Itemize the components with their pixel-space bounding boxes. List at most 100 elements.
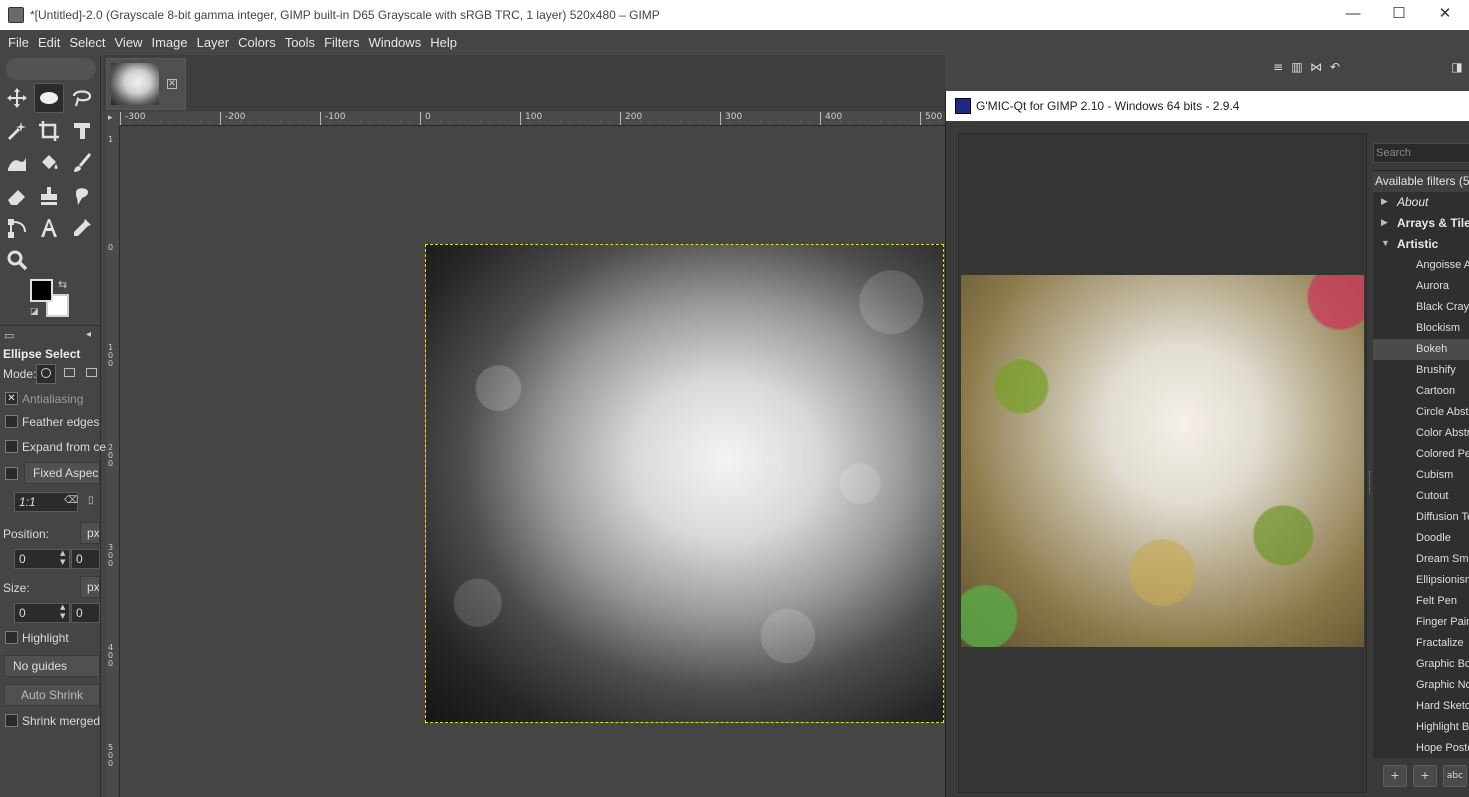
mode-add-button[interactable] [61,364,79,384]
menu-filters[interactable]: Filters [320,35,363,50]
filter-item[interactable]: Brushify [1373,360,1469,381]
ellipse-select-tool-icon[interactable] [34,83,64,113]
gmic-titlebar[interactable]: G'MIC-Qt for GIMP 2.10 - Windows 64 bits… [946,91,1469,121]
minimize-button[interactable]: — [1330,0,1376,30]
guides-dropdown[interactable]: No guides [4,655,100,677]
filter-item[interactable]: Graphic No [1373,675,1469,696]
filter-item[interactable]: Dream Smo [1373,549,1469,570]
filter-item[interactable]: Diffusion Te [1373,507,1469,528]
color-picker-tool-icon[interactable] [67,213,97,243]
highlight-checkbox[interactable] [5,631,18,644]
expand-right-icon[interactable]: ▶ [1381,196,1388,207]
mode-replace-button[interactable] [36,364,56,384]
menu-image[interactable]: Image [147,35,191,50]
filter-item[interactable]: Angoisse A [1373,255,1469,276]
filter-item[interactable]: Aurora [1373,276,1469,297]
clone-tool-icon[interactable] [34,181,64,211]
text-tool-icon[interactable] [34,213,64,243]
close-tab-icon[interactable]: ✕ [167,79,177,89]
layers-tab-icon[interactable]: ≡ [1270,59,1286,75]
ruler-corner[interactable]: ▸ [106,112,120,126]
filter-item[interactable]: Bokeh [1373,339,1469,360]
reset-colors-icon[interactable]: ◪ [30,307,39,317]
position-x-spinner-icon[interactable]: ▲ ▼ [60,549,65,567]
size-w-spinner-icon[interactable]: ▲ ▼ [60,603,65,621]
filter-item[interactable]: Colored Pe [1373,444,1469,465]
filter-item[interactable]: Hope Poste [1373,738,1469,758]
expand-right-icon[interactable]: ▶ [1381,217,1388,228]
remove-favorite-button[interactable]: + [1413,765,1437,787]
feather-edges-checkbox[interactable] [5,415,18,428]
paintbrush-tool-icon[interactable] [67,148,97,178]
foreground-color-swatch[interactable] [30,279,53,302]
antialiasing-checkbox[interactable]: ✕ [5,392,18,405]
vertical-ruler[interactable]: 1 0 1 0 0 2 0 0 3 0 0 4 0 0 5 0 0 [106,126,120,797]
filter-item[interactable]: Graphic Boo [1373,654,1469,675]
tool-options-tab-icon[interactable]: ▭ [4,329,14,342]
zoom-tool-icon[interactable] [2,245,32,275]
filter-item[interactable]: Black Crayo [1373,297,1469,318]
menu-file[interactable]: File [4,35,33,50]
channels-tab-icon[interactable]: ▥ [1289,59,1305,75]
clear-field-icon[interactable]: ⌫ [64,495,78,506]
paths-tool-icon[interactable] [2,213,32,243]
filter-category[interactable]: ▶ Arrays & Tiles [1373,213,1469,234]
unified-transform-tool-icon[interactable] [67,116,97,146]
menu-colors[interactable]: Colors [234,35,280,50]
filter-item[interactable]: Doodle [1373,528,1469,549]
menu-view[interactable]: View [111,35,147,50]
mode-subtract-button[interactable] [83,364,100,384]
eraser-tool-icon[interactable] [2,181,32,211]
filter-item[interactable]: Cutout [1373,486,1469,507]
menu-windows[interactable]: Windows [364,35,425,50]
filter-category[interactable]: ▶ About [1373,192,1469,213]
free-select-tool-icon[interactable] [67,83,97,113]
horizontal-ruler[interactable]: -300 -200 -100 0 100 200 300 400 500 [120,112,945,126]
filter-search-input[interactable]: Search [1373,143,1469,163]
panel-menu-icon[interactable]: ◂ [86,329,91,340]
paths-tab-icon[interactable]: ⋈ [1308,59,1324,75]
filter-item[interactable]: Circle Abstr [1373,402,1469,423]
expand-from-center-checkbox[interactable] [5,440,18,453]
size-h-field[interactable]: 0 [71,603,100,623]
maximize-button[interactable]: ☐ [1376,0,1422,30]
fixed-aspect-dropdown[interactable]: Fixed Aspec... [24,462,100,484]
add-favorite-button[interactable]: + [1383,765,1407,787]
filter-item[interactable]: Finger Pain [1373,612,1469,633]
filter-item[interactable]: Highlight Bl [1373,717,1469,738]
position-y-field[interactable]: 0 [71,549,100,569]
image-canvas[interactable] [425,244,944,723]
filter-item[interactable]: Cartoon [1373,381,1469,402]
shrink-merged-checkbox[interactable] [5,714,18,727]
menu-tools[interactable]: Tools [281,35,319,50]
move-tool-icon[interactable] [2,83,32,113]
smudge-tool-icon[interactable] [67,181,97,211]
filter-item[interactable]: Felt Pen [1373,591,1469,612]
undo-history-tab-icon[interactable]: ↶ [1327,59,1343,75]
menu-layer[interactable]: Layer [193,35,234,50]
size-unit-dropdown[interactable]: px [80,576,100,598]
aspect-portrait-icon[interactable]: ▯ [88,495,94,506]
position-unit-dropdown[interactable]: px [80,522,100,544]
filter-item[interactable]: Fractalize [1373,633,1469,654]
auto-shrink-button[interactable]: Auto Shrink [4,684,100,706]
image-tab[interactable]: ✕ [106,58,186,110]
gmic-splitter-handle[interactable] [1369,471,1372,493]
filter-item[interactable]: Cubism [1373,465,1469,486]
gmic-preview-image[interactable] [961,275,1364,647]
filter-item[interactable]: Hard Sketc [1373,696,1469,717]
bucket-fill-tool-icon[interactable] [34,148,64,178]
warp-transform-tool-icon[interactable] [2,148,32,178]
expand-down-icon[interactable]: ▼ [1381,238,1390,248]
menu-select[interactable]: Select [65,35,109,50]
rename-favorite-button[interactable]: abc [1443,765,1467,787]
filter-category[interactable]: ▼ Artistic [1373,234,1469,255]
crop-tool-icon[interactable] [34,116,64,146]
close-button[interactable]: ✕ [1422,0,1468,30]
fixed-aspect-checkbox[interactable] [5,467,18,480]
fuzzy-select-tool-icon[interactable] [2,116,32,146]
dock-menu-icon[interactable]: ◨ [1449,59,1465,75]
filter-item[interactable]: Blockism [1373,318,1469,339]
menu-help[interactable]: Help [426,35,461,50]
menu-edit[interactable]: Edit [34,35,64,50]
